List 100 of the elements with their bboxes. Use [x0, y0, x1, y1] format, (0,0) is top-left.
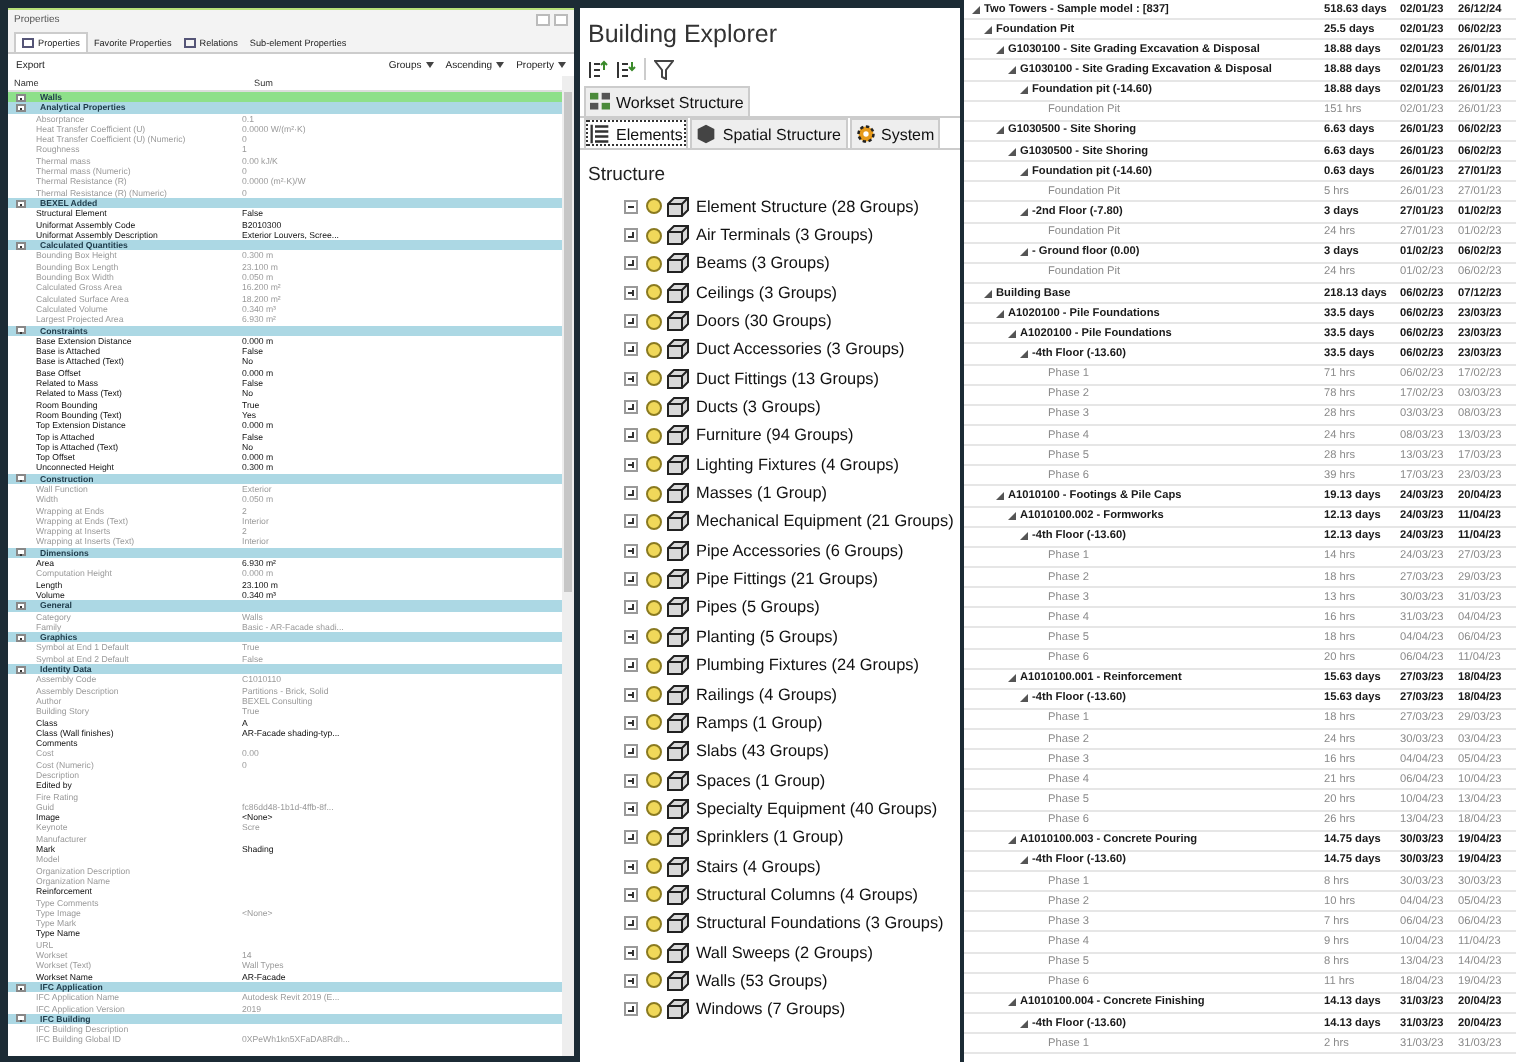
expand-toggle[interactable]	[624, 859, 638, 874]
tree-item[interactable]: Doors (30 Groups)	[696, 312, 832, 331]
expand-toggle[interactable]	[624, 486, 638, 501]
expand-toggle[interactable]	[624, 285, 638, 300]
collapse-triangle-icon[interactable]	[1020, 856, 1028, 865]
tree-item[interactable]: Duct Fittings (13 Groups)	[696, 369, 879, 388]
expand-toggle[interactable]	[624, 342, 638, 357]
expand-toggle[interactable]	[624, 715, 638, 730]
tree-item[interactable]: Slabs (43 Groups)	[696, 742, 829, 761]
expand-toggle[interactable]	[624, 600, 638, 615]
expand-toggle[interactable]	[16, 199, 26, 208]
collapse-triangle-icon[interactable]	[996, 491, 1004, 500]
collapse-triangle-icon[interactable]	[996, 45, 1004, 54]
collapse-triangle-icon[interactable]	[996, 309, 1004, 318]
expand-toggle[interactable]	[624, 1002, 638, 1017]
expand-toggle[interactable]	[624, 572, 638, 587]
collapse-triangle-icon[interactable]	[1020, 694, 1028, 703]
expand-toggle[interactable]	[624, 945, 638, 960]
expand-toggle[interactable]	[16, 665, 26, 674]
tree-item[interactable]: Sprinklers (1 Group)	[696, 828, 844, 847]
tab[interactable]: Workset Structure	[584, 86, 750, 116]
collapse-triangle-icon[interactable]	[1008, 65, 1016, 74]
tree-item[interactable]: Lighting Fixtures (4 Groups)	[696, 455, 899, 474]
tree-item[interactable]: Pipes (5 Groups)	[696, 598, 820, 617]
collapse-triangle-icon[interactable]	[972, 5, 980, 14]
expand-toggle[interactable]	[624, 514, 638, 529]
expand-toggle[interactable]	[624, 371, 638, 386]
tree-item[interactable]: Air Terminals (3 Groups)	[696, 226, 874, 245]
collapse-triangle-icon[interactable]	[1008, 998, 1016, 1007]
tree-item[interactable]: Furniture (94 Groups)	[696, 426, 854, 445]
tree-item[interactable]: Structural Foundations (3 Groups)	[696, 914, 944, 933]
expand-toggle[interactable]	[16, 93, 26, 102]
tab[interactable]: System	[849, 118, 941, 148]
tab[interactable]: Elements	[584, 118, 689, 148]
collapse-triangle-icon[interactable]	[1020, 167, 1028, 176]
tree-item[interactable]: Structural Columns (4 Groups)	[696, 885, 919, 904]
tree-item[interactable]: Element Structure (28 Groups)	[696, 197, 919, 216]
tree-item[interactable]: Duct Accessories (3 Groups)	[696, 340, 905, 359]
collapse-triangle-icon[interactable]	[1020, 207, 1028, 216]
expand-toggle[interactable]	[16, 241, 26, 250]
expand-toggle[interactable]	[624, 314, 638, 329]
tree-item[interactable]: Beams (3 Groups)	[696, 254, 830, 273]
tree-item[interactable]: Railings (4 Groups)	[696, 685, 838, 704]
collapse-triangle-icon[interactable]	[1020, 349, 1028, 358]
expand-toggle[interactable]	[624, 543, 638, 558]
expand-toggle[interactable]	[16, 633, 26, 642]
expand-toggle[interactable]	[624, 228, 638, 243]
collapse-triangle-icon[interactable]	[1008, 674, 1016, 683]
expand-toggle[interactable]	[624, 887, 638, 902]
tree-item[interactable]: Pipe Accessories (6 Groups)	[696, 541, 904, 560]
tree-item[interactable]: Pipe Fittings (21 Groups)	[696, 570, 879, 589]
tree-item[interactable]: Specialty Equipment (40 Groups)	[696, 799, 938, 818]
collapse-triangle-icon[interactable]	[996, 126, 1004, 135]
tree-item[interactable]: Wall Sweeps (2 Groups)	[696, 943, 873, 962]
tree-item[interactable]: Spaces (1 Group)	[696, 771, 826, 790]
tree-item[interactable]: Ceilings (3 Groups)	[696, 283, 838, 302]
collapse-triangle-icon[interactable]	[1008, 512, 1016, 521]
tree-item[interactable]: Ducts (3 Groups)	[696, 398, 821, 417]
expand-toggle[interactable]	[16, 326, 26, 335]
collapse-all-icon[interactable]	[616, 59, 636, 79]
expand-toggle[interactable]	[624, 658, 638, 673]
expand-toggle[interactable]	[624, 256, 638, 271]
tree-item[interactable]: Windows (7 Groups)	[696, 1000, 846, 1019]
filter-icon[interactable]	[654, 59, 674, 79]
expand-toggle[interactable]	[624, 773, 638, 788]
tree-item[interactable]: Ramps (1 Group)	[696, 713, 823, 732]
collapse-triangle-icon[interactable]	[1020, 532, 1028, 541]
collapse-triangle-icon[interactable]	[1020, 248, 1028, 257]
expand-toggle[interactable]	[624, 428, 638, 443]
tree-item[interactable]: Mechanical Equipment (21 Groups)	[696, 512, 954, 531]
expand-toggle[interactable]	[624, 687, 638, 702]
expand-all-icon[interactable]	[588, 59, 608, 79]
collapse-triangle-icon[interactable]	[1008, 836, 1016, 845]
collapse-triangle-icon[interactable]	[984, 25, 992, 34]
expand-toggle[interactable]	[624, 916, 638, 931]
expand-toggle[interactable]	[16, 548, 26, 557]
expand-toggle[interactable]	[16, 601, 26, 610]
expand-toggle[interactable]	[624, 457, 638, 472]
expand-toggle[interactable]	[624, 400, 638, 415]
expand-toggle[interactable]	[624, 629, 638, 644]
scrollbar[interactable]	[562, 76, 574, 1056]
expand-toggle[interactable]	[624, 973, 638, 988]
tree-item[interactable]: Stairs (4 Groups)	[696, 857, 821, 876]
collapse-triangle-icon[interactable]	[1008, 147, 1016, 156]
tree-item[interactable]: Planting (5 Groups)	[696, 627, 838, 646]
expand-toggle[interactable]	[624, 199, 638, 214]
expand-toggle[interactable]	[624, 801, 638, 816]
expand-toggle[interactable]	[624, 744, 638, 759]
tree-item[interactable]: Plumbing Fixtures (24 Groups)	[696, 656, 919, 675]
tree-item[interactable]: Walls (53 Groups)	[696, 971, 828, 990]
tree-item[interactable]: Masses (1 Group)	[696, 484, 828, 503]
expand-toggle[interactable]	[16, 1014, 26, 1023]
expand-toggle[interactable]	[16, 474, 26, 483]
expand-toggle[interactable]	[624, 830, 638, 845]
expand-toggle[interactable]	[16, 983, 26, 992]
expand-toggle[interactable]	[16, 103, 26, 112]
tab[interactable]: Spatial Structure	[690, 118, 847, 148]
collapse-triangle-icon[interactable]	[984, 289, 992, 298]
collapse-triangle-icon[interactable]	[1020, 86, 1028, 95]
collapse-triangle-icon[interactable]	[1020, 1019, 1028, 1028]
